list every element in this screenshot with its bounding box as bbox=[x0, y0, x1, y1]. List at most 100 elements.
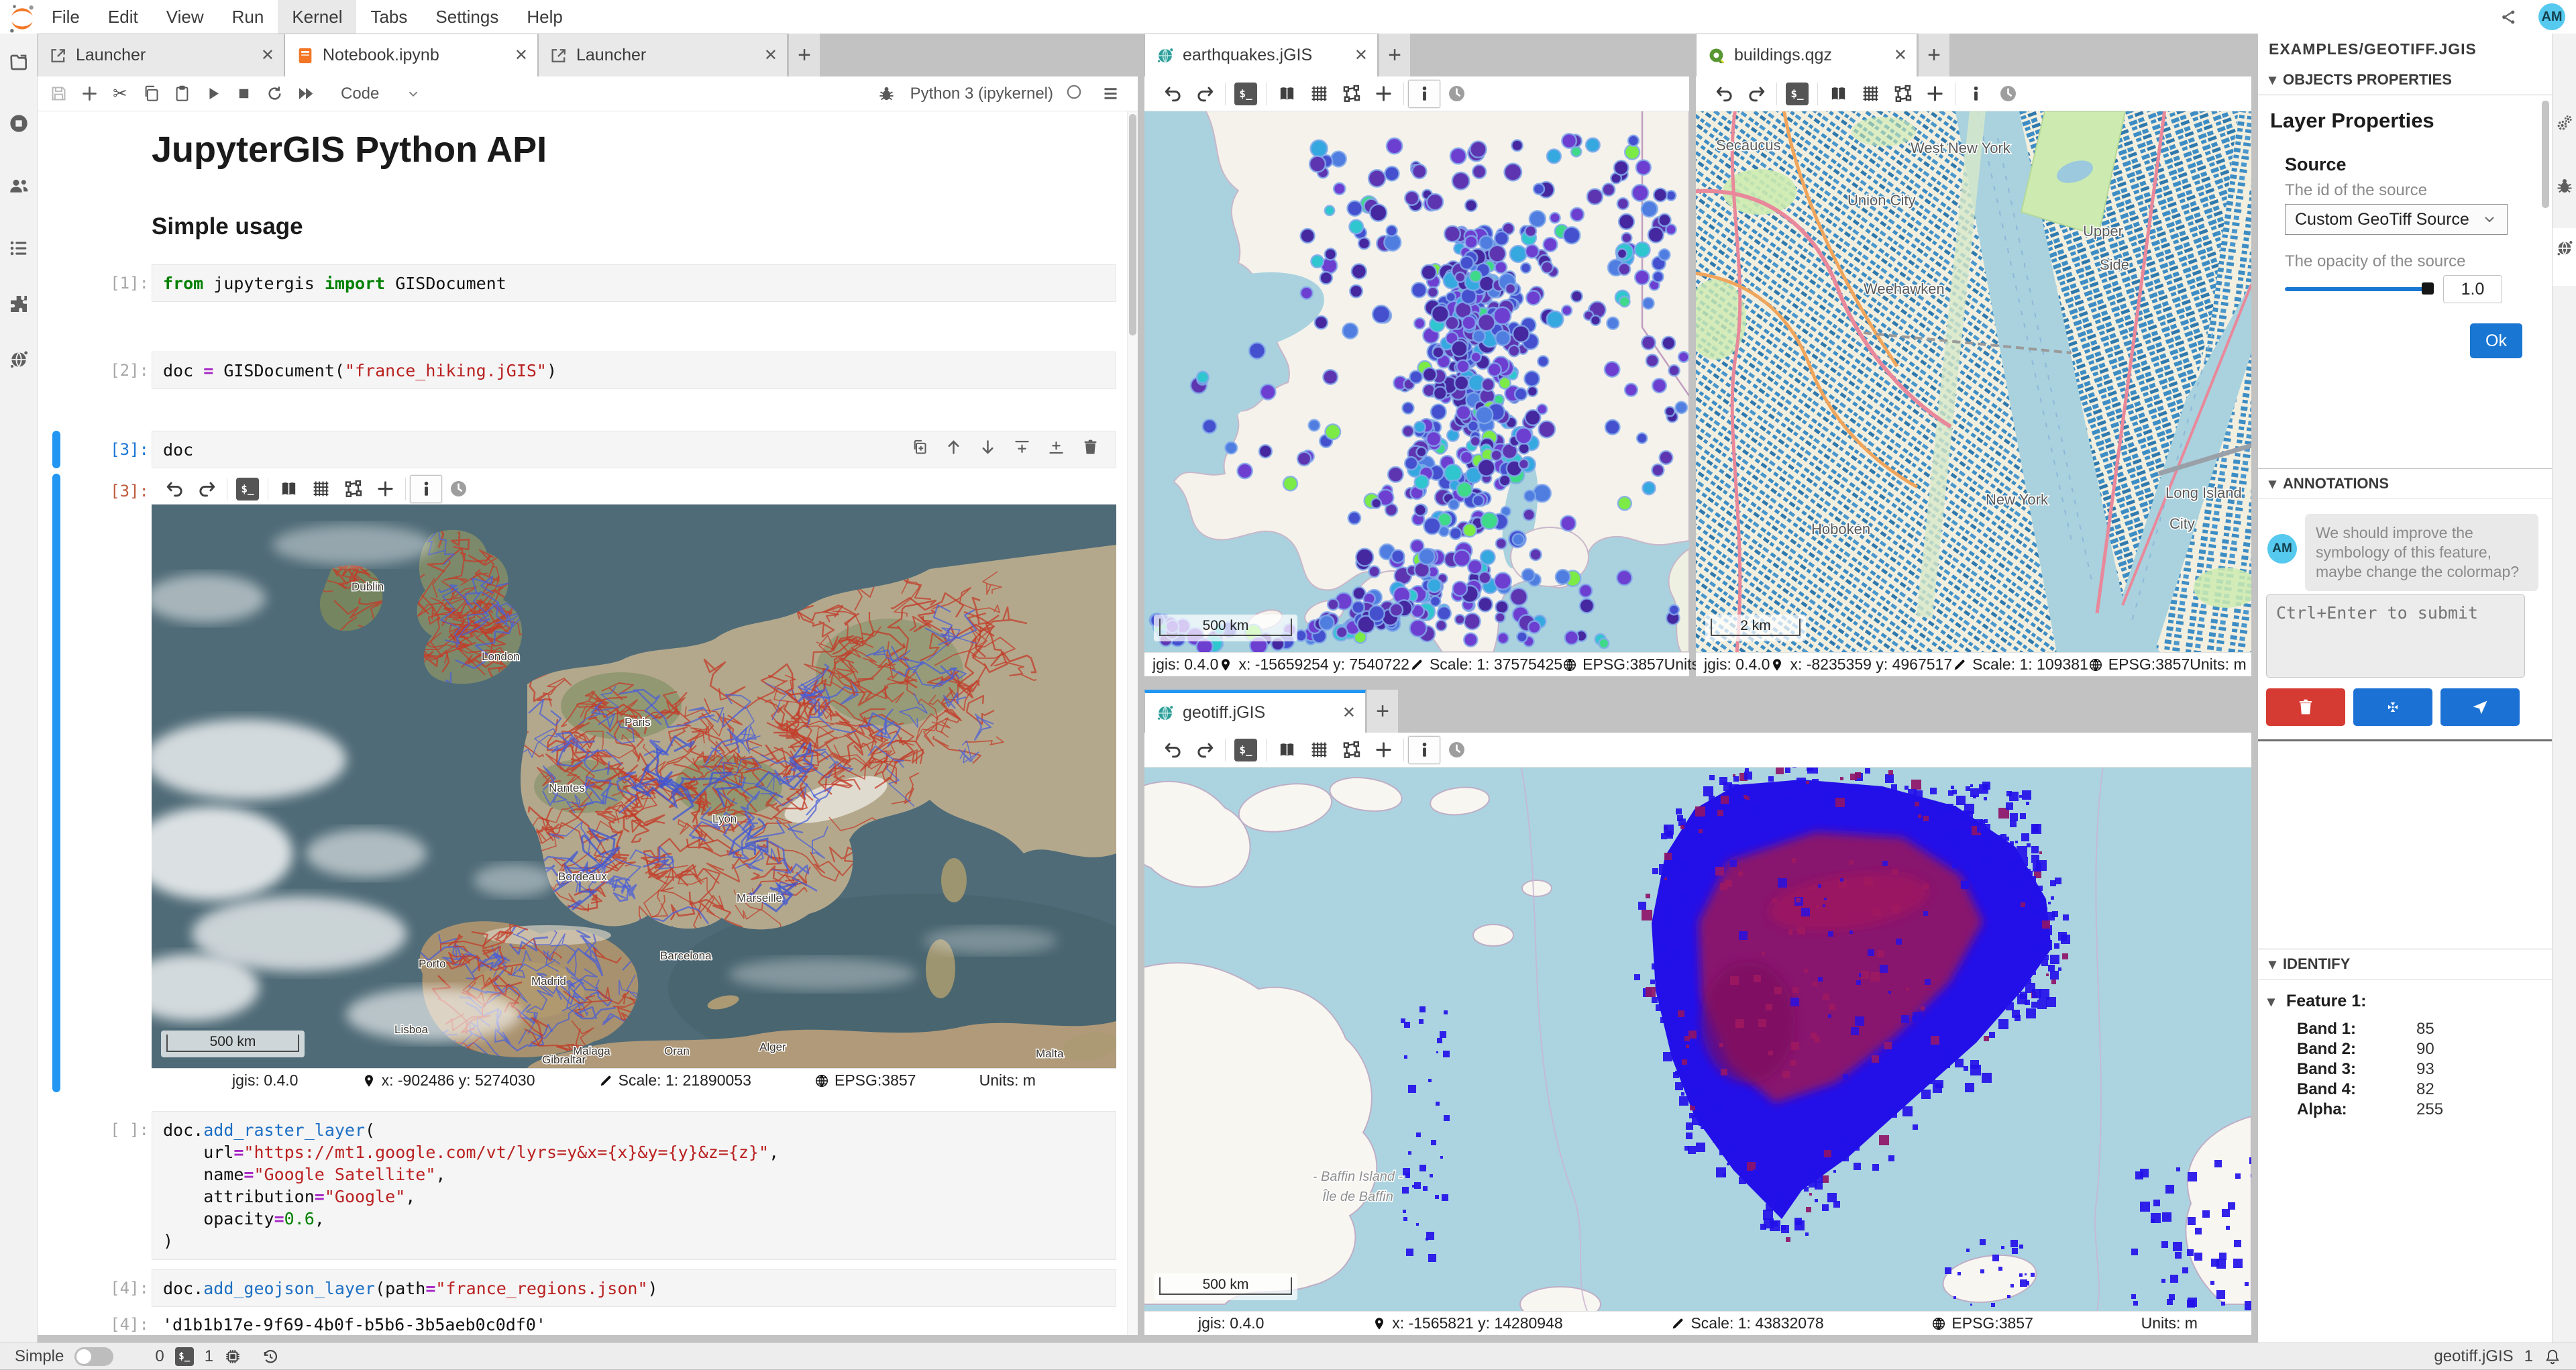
ok-button[interactable]: Ok bbox=[2470, 323, 2522, 358]
scrollbar-thumb[interactable] bbox=[1129, 114, 1136, 335]
insert-cell-above-icon[interactable] bbox=[1013, 438, 1031, 460]
move-cell-up-icon[interactable] bbox=[945, 438, 963, 460]
temporal-controller-icon[interactable] bbox=[1992, 80, 2024, 108]
tab-launcher-2[interactable]: Launcher ✕ bbox=[538, 34, 788, 76]
identify-feature-header[interactable]: ▾ Feature 1: bbox=[2267, 992, 2366, 1011]
paste-cell-button[interactable] bbox=[166, 79, 197, 109]
new-tab-button[interactable]: + bbox=[789, 34, 820, 76]
basemap-icon[interactable] bbox=[1271, 736, 1303, 764]
menu-item-run[interactable]: Run bbox=[218, 0, 278, 34]
menu-item-edit[interactable]: Edit bbox=[94, 0, 152, 34]
opacity-slider-track[interactable] bbox=[2285, 287, 2428, 291]
code-cell-5[interactable]: doc.add_geojson_layer(path="france_regio… bbox=[152, 1269, 1116, 1307]
vector-layer-icon[interactable] bbox=[1335, 736, 1367, 764]
redo-icon[interactable] bbox=[191, 475, 223, 503]
history-icon[interactable] bbox=[262, 1348, 279, 1365]
run-cell-button[interactable] bbox=[197, 79, 228, 109]
new-tab-button[interactable]: + bbox=[1379, 34, 1410, 76]
identify-icon[interactable] bbox=[1960, 80, 1992, 108]
undo-icon[interactable] bbox=[158, 475, 191, 503]
cell-collapser[interactable] bbox=[52, 431, 60, 468]
console-icon[interactable]: $_ bbox=[1230, 80, 1262, 108]
redo-icon[interactable] bbox=[1189, 736, 1221, 764]
identify-icon[interactable] bbox=[1408, 80, 1440, 108]
running-kernels-icon[interactable] bbox=[0, 113, 37, 134]
move-cell-down-icon[interactable] bbox=[979, 438, 997, 460]
close-icon[interactable]: ✕ bbox=[1333, 703, 1356, 723]
file-browser-icon[interactable] bbox=[0, 52, 37, 73]
add-layer-icon[interactable] bbox=[1367, 80, 1399, 108]
grid-icon[interactable] bbox=[1854, 80, 1886, 108]
console-icon[interactable]: $_ bbox=[1230, 736, 1262, 764]
vector-layer-icon[interactable] bbox=[1335, 80, 1367, 108]
undo-icon[interactable] bbox=[1708, 80, 1740, 108]
duplicate-cell-icon[interactable] bbox=[910, 438, 928, 460]
delete-cell-icon[interactable] bbox=[1081, 438, 1099, 460]
kernel-name[interactable]: Python 3 (ipykernel) bbox=[910, 85, 1053, 103]
close-icon[interactable]: ✕ bbox=[755, 46, 777, 65]
geotiff-map-canvas[interactable]: - Baffin Island -Île de Baffin 500 km bbox=[1144, 768, 2251, 1311]
source-select[interactable]: Custom GeoTiff Source bbox=[2285, 204, 2508, 235]
grid-icon[interactable] bbox=[1303, 80, 1335, 108]
undo-icon[interactable] bbox=[1157, 736, 1189, 764]
debugger-bug-icon[interactable] bbox=[875, 79, 898, 109]
france-map-canvas[interactable]: DublinLondonParisNantesBordeauxLyonMarse… bbox=[152, 505, 1116, 1068]
insert-cell-below-icon[interactable] bbox=[1047, 438, 1065, 460]
collaborators-icon[interactable] bbox=[0, 175, 37, 197]
gis-panel-tab-selected[interactable] bbox=[2553, 228, 2576, 286]
console-icon[interactable]: $_ bbox=[1781, 80, 1813, 108]
center-annotation-button[interactable] bbox=[2353, 688, 2432, 726]
run-all-button[interactable] bbox=[290, 79, 321, 109]
hamburger-icon[interactable] bbox=[1095, 79, 1126, 109]
tab-geotiff[interactable]: geotiff.jGIS ✕ bbox=[1144, 690, 1366, 733]
cell-type-select[interactable]: Code bbox=[341, 85, 421, 103]
user-avatar[interactable]: AM bbox=[2538, 3, 2565, 30]
code-cell-2[interactable]: doc = GISDocument("france_hiking.jGIS") bbox=[152, 352, 1116, 389]
buildings-map-canvas[interactable]: SecaucusWest New YorkUnion CityWeehawken… bbox=[1696, 111, 2251, 652]
simple-mode-toggle[interactable] bbox=[74, 1347, 113, 1366]
restart-kernel-button[interactable] bbox=[259, 79, 290, 109]
notebook-content[interactable]: JupyterGIS Python API Simple usage [1]: … bbox=[38, 111, 1138, 1335]
temporal-controller-icon[interactable] bbox=[1440, 736, 1472, 764]
vector-layer-icon[interactable] bbox=[1886, 80, 1919, 108]
debugger-icon[interactable] bbox=[2553, 176, 2576, 195]
code-cell-4[interactable]: doc.add_raster_layer( url="https://mt1.g… bbox=[152, 1111, 1116, 1260]
basemap-icon[interactable] bbox=[272, 475, 305, 503]
menu-item-kernel[interactable]: Kernel bbox=[278, 0, 356, 34]
identify-icon[interactable] bbox=[410, 475, 442, 503]
menu-item-tabs[interactable]: Tabs bbox=[356, 0, 421, 34]
temporal-controller-icon[interactable] bbox=[1440, 80, 1472, 108]
grid-icon[interactable] bbox=[1303, 736, 1335, 764]
copy-cell-button[interactable] bbox=[136, 79, 166, 109]
menu-item-view[interactable]: View bbox=[152, 0, 218, 34]
basemap-icon[interactable] bbox=[1822, 80, 1854, 108]
gis-globe-icon[interactable] bbox=[0, 349, 37, 370]
vector-layer-icon[interactable] bbox=[337, 475, 369, 503]
add-layer-icon[interactable] bbox=[1919, 80, 1951, 108]
opacity-value-input[interactable]: 1.0 bbox=[2443, 275, 2502, 303]
add-cell-button[interactable] bbox=[74, 79, 105, 109]
identify-section-header[interactable]: ▾ IDENTIFY bbox=[2258, 949, 2552, 980]
delete-annotation-button[interactable] bbox=[2266, 688, 2345, 726]
redo-icon[interactable] bbox=[1189, 80, 1221, 108]
save-button[interactable] bbox=[43, 79, 74, 109]
objects-properties-section-header[interactable]: ▾ OBJECTS PROPERTIES bbox=[2258, 64, 2552, 95]
add-layer-icon[interactable] bbox=[1367, 736, 1399, 764]
extension-manager-icon[interactable] bbox=[0, 293, 37, 315]
console-icon[interactable]: $_ bbox=[231, 475, 264, 503]
share-icon[interactable] bbox=[2493, 2, 2524, 32]
menu-item-settings[interactable]: Settings bbox=[421, 0, 513, 34]
bell-icon[interactable] bbox=[2544, 1348, 2561, 1365]
menu-item-help[interactable]: Help bbox=[513, 0, 576, 34]
tab-buildings[interactable]: buildings.qgz ✕ bbox=[1696, 34, 1917, 76]
tab-notebook[interactable]: Notebook.ipynb ✕ bbox=[284, 34, 538, 76]
panel-scrollbar-thumb[interactable] bbox=[2542, 101, 2549, 208]
menu-item-file[interactable]: File bbox=[38, 0, 94, 34]
kernel-chip-icon[interactable] bbox=[224, 1348, 241, 1365]
close-icon[interactable]: ✕ bbox=[1345, 46, 1368, 65]
output-collapser[interactable] bbox=[52, 474, 60, 1092]
code-cell-1[interactable]: from jupytergis import GISDocument bbox=[152, 264, 1116, 302]
undo-icon[interactable] bbox=[1157, 80, 1189, 108]
tab-earthquakes[interactable]: earthquakes.jGIS ✕ bbox=[1144, 34, 1378, 76]
add-layer-icon[interactable] bbox=[369, 475, 401, 503]
